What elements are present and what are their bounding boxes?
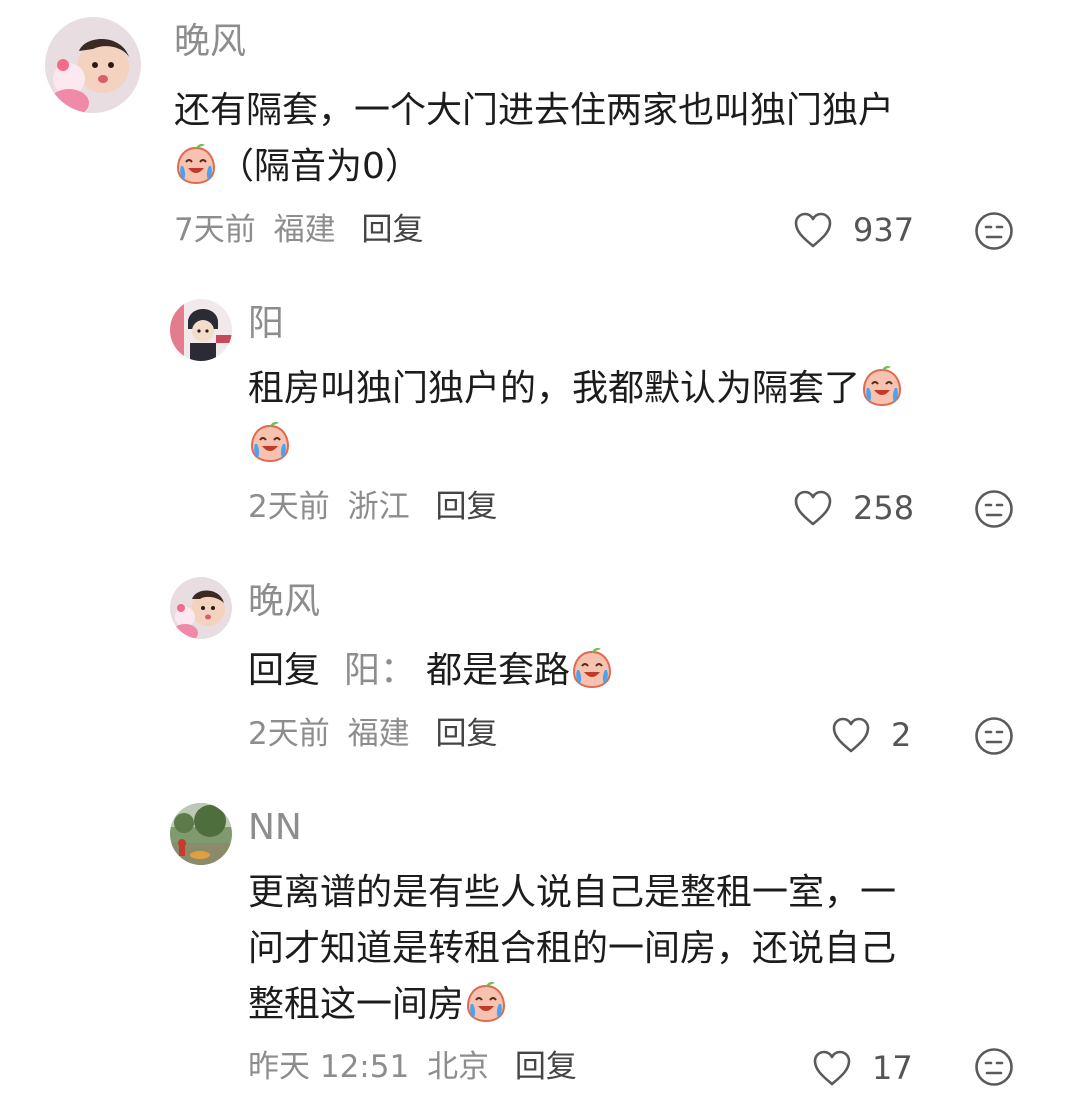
- heart-outline-icon: [793, 211, 833, 249]
- heart-outline-icon: [812, 1049, 852, 1087]
- comment-text-suffix: （隔音为0）: [218, 146, 421, 187]
- heart-outline-icon: [831, 716, 871, 754]
- neutral-face-icon[interactable]: [974, 1047, 1014, 1087]
- timestamp: 昨天 12:51: [248, 1049, 410, 1085]
- neutral-face-icon[interactable]: [974, 489, 1014, 529]
- comment-text-content: 整租这一间房: [248, 984, 465, 1025]
- like-count: 2: [891, 716, 912, 754]
- comment-text-line: （隔音为0）: [174, 139, 1034, 195]
- comment-text-line: 问才知道是转租合租的一间房，还说自己: [248, 928, 897, 969]
- avatar[interactable]: [170, 299, 232, 361]
- comment-text: 租房叫独门独户的，我都默认为隔套了: [248, 361, 1038, 473]
- comment-meta: 昨天 12:51 北京 回复: [248, 1049, 577, 1085]
- location: 福建: [273, 212, 336, 248]
- username[interactable]: 阳: [248, 304, 284, 344]
- neutral-face-icon[interactable]: [974, 211, 1014, 251]
- location: 福建: [347, 716, 410, 752]
- username[interactable]: NN: [248, 808, 302, 848]
- like-count: 258: [853, 489, 915, 527]
- comment-text: 更离谱的是有些人说自己是整租一室，一 问才知道是转租合租的一间房，还说自己 整租…: [248, 865, 1038, 1033]
- crying-laughing-peach-emoji-icon: [570, 646, 614, 690]
- reply-button[interactable]: 回复: [361, 212, 423, 248]
- reply-target-user[interactable]: 阳：: [344, 650, 416, 691]
- avatar[interactable]: [170, 803, 232, 865]
- username[interactable]: 晚风: [174, 22, 246, 62]
- reply-button[interactable]: 回复: [515, 1049, 577, 1085]
- username[interactable]: 晚风: [248, 582, 320, 622]
- crying-laughing-peach-emoji-icon: [464, 980, 508, 1024]
- comment-text-content: 租房叫独门独户的，我都默认为隔套了: [248, 368, 861, 409]
- comment-text: 回复 阳： 都是套路: [248, 643, 1038, 699]
- comment-text-line: 还有隔套，一个大门进去住两家也叫独门独户: [174, 90, 895, 131]
- like-count: 17: [872, 1049, 913, 1087]
- reply-button[interactable]: 回复: [435, 489, 497, 525]
- comment-text-line: 租房叫独门独户的，我都默认为隔套了: [248, 361, 1038, 417]
- like-button[interactable]: 937: [793, 211, 914, 249]
- comment-text-line: 更离谱的是有些人说自己是整租一室，一: [248, 872, 897, 913]
- comment-text-line: 回复 阳： 都是套路: [248, 643, 1038, 699]
- timestamp: 2天前: [248, 716, 330, 752]
- neutral-face-icon[interactable]: [974, 716, 1014, 756]
- comment-meta: 7天前 福建 回复: [174, 212, 423, 248]
- comment-text-content: 都是套路: [426, 650, 571, 691]
- comment-text: 还有隔套，一个大门进去住两家也叫独门独户 （隔音为0）: [174, 83, 1034, 195]
- comment-text-line: 整租这一间房: [248, 977, 1038, 1033]
- reply-button[interactable]: 回复: [435, 716, 497, 752]
- timestamp: 2天前: [248, 489, 330, 525]
- crying-laughing-peach-emoji-icon: [860, 364, 904, 408]
- crying-laughing-peach-emoji-icon: [174, 142, 218, 186]
- avatar[interactable]: [170, 577, 232, 639]
- like-button[interactable]: 17: [812, 1049, 913, 1087]
- like-count: 937: [853, 211, 915, 249]
- location: 北京: [427, 1049, 490, 1085]
- timestamp: 7天前: [174, 212, 256, 248]
- location: 浙江: [347, 489, 410, 525]
- avatar[interactable]: [45, 17, 141, 113]
- comment-meta: 2天前 浙江 回复: [248, 489, 497, 525]
- reply-prefix: 回复: [248, 650, 321, 691]
- like-button[interactable]: 258: [793, 489, 914, 527]
- crying-laughing-peach-emoji-icon: [248, 420, 292, 464]
- like-button[interactable]: 2: [831, 716, 911, 754]
- heart-outline-icon: [793, 489, 833, 527]
- comment-meta: 2天前 福建 回复: [248, 716, 497, 752]
- comment-text-line: [248, 417, 1038, 473]
